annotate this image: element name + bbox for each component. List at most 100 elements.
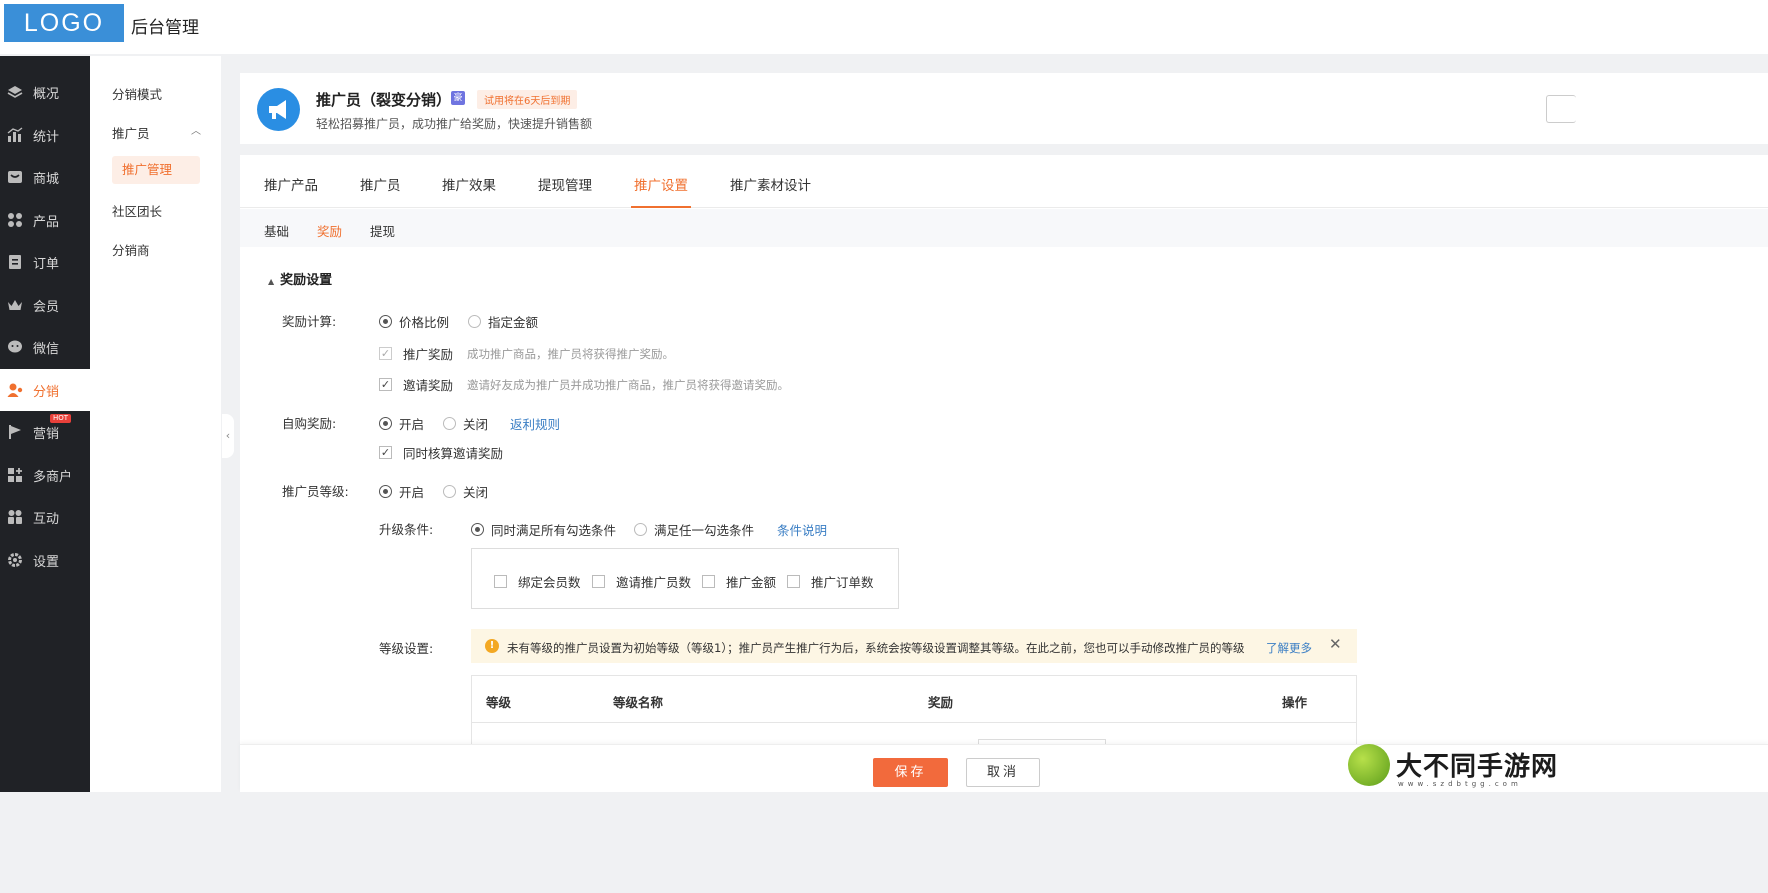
- condition-explain-link[interactable]: 条件说明: [777, 520, 827, 539]
- checkbox-promo-reward[interactable]: ✓ 推广奖励 成功推广商品，推广员将获得推广奖励。: [379, 344, 674, 363]
- subnav-item-community-leader[interactable]: 社区团长: [112, 201, 162, 220]
- radio-label: 指定金额: [488, 315, 539, 330]
- watermark-text: 大不同手游网: [1396, 752, 1559, 782]
- promoter-level-label: 推广员等级:: [282, 484, 349, 499]
- radio-label: 价格比例: [399, 315, 450, 330]
- logo[interactable]: LOGO: [4, 4, 124, 42]
- radio-label: 关闭: [463, 417, 489, 432]
- app-description: 轻松招募推广员，成功推广给奖励，快速提升销售额: [316, 117, 593, 131]
- radio-level-on[interactable]: 开启: [379, 482, 424, 501]
- checkbox-promo-orders[interactable]: 推广订单数: [787, 572, 874, 591]
- radio-dot: [443, 485, 456, 498]
- app-title: 推广员（裂变分销）: [316, 91, 452, 109]
- tab-promo-settings[interactable]: 推广设置: [634, 174, 688, 194]
- active-tab-indicator: [631, 206, 691, 208]
- radio-level-off[interactable]: 关闭: [443, 482, 488, 501]
- tab-promo-material[interactable]: 推广素材设计: [730, 174, 811, 194]
- radio-any-condition[interactable]: 满足任一勾选条件: [634, 520, 754, 539]
- sidebar-item-members[interactable]: 会员: [0, 284, 90, 326]
- subnav-item-promoter[interactable]: 推广员: [112, 123, 150, 142]
- sidebar-item-orders[interactable]: 订单: [0, 241, 90, 283]
- subnav-item-mode[interactable]: 分销模式: [112, 84, 162, 103]
- app-title: 后台管理: [131, 18, 199, 38]
- notice-bar: ! 未有等级的推广员设置为初始等级（等级1）；推广员产生推广行为后，系统会按等级…: [471, 629, 1357, 663]
- checkbox-invited-promoters[interactable]: 邀请推广员数: [592, 572, 691, 591]
- radio-all-conditions[interactable]: 同时满足所有勾选条件: [471, 520, 616, 539]
- checkbox-label: 绑定会员数: [518, 575, 581, 590]
- sidebar-item-overview[interactable]: 概况: [0, 71, 90, 113]
- tab-withdrawal[interactable]: 提现管理: [538, 174, 592, 194]
- checkbox-also-invite[interactable]: ✓ 同时核算邀请奖励: [379, 443, 503, 462]
- wechat-icon: [8, 340, 22, 353]
- sidebar-item-interaction[interactable]: 互动: [0, 496, 90, 538]
- app-header-card: 推广员（裂变分销） 豪 试用将在6天后到期 轻松招募推广员，成功推广给奖励，快速…: [240, 73, 1768, 144]
- checkbox-label: 邀请推广员数: [616, 575, 692, 590]
- sidebar-item-label: 订单: [33, 256, 60, 272]
- radio-self-purchase-on[interactable]: 开启: [379, 414, 424, 433]
- sidebar-item-label: 微信: [33, 341, 60, 357]
- gear-icon: [8, 553, 22, 567]
- tab-promo-products[interactable]: 推广产品: [264, 174, 318, 194]
- radio-price-ratio[interactable]: 价格比例: [379, 312, 449, 331]
- sidebar-item-label: 互动: [33, 511, 60, 527]
- radio-dot: [379, 417, 392, 430]
- learn-more-link[interactable]: 了解更多: [1266, 640, 1312, 656]
- order-icon: [9, 255, 21, 269]
- collapse-sidebar-button[interactable]: ‹: [222, 414, 234, 458]
- radio-self-purchase-off[interactable]: 关闭: [443, 414, 488, 433]
- column-header-actions: 操作: [1282, 695, 1308, 710]
- column-header-level: 等级: [486, 695, 512, 710]
- check-icon: ✓: [379, 378, 392, 391]
- layers-icon: [7, 86, 23, 98]
- hint-text: 邀请好友成为推广员并成功推广商品，推广员将获得邀请奖励。: [467, 377, 790, 392]
- sidebar-item-marketing[interactable]: 营销 HOT: [0, 411, 90, 453]
- subtab-withdraw[interactable]: 提现: [370, 221, 395, 240]
- radio-dot: [471, 523, 484, 536]
- watermark-logo-icon: [1348, 744, 1390, 786]
- hot-badge: HOT: [50, 414, 72, 423]
- sidebar-item-settings[interactable]: 设置: [0, 539, 90, 581]
- chevron-up-icon[interactable]: ︿: [191, 122, 201, 137]
- hint-text: 成功推广商品，推广员将获得推广奖励。: [467, 346, 675, 361]
- sidebar-item-store[interactable]: 商城: [0, 156, 90, 198]
- checkbox-empty: [787, 575, 800, 588]
- radio-fixed-amount[interactable]: 指定金额: [468, 312, 538, 331]
- stats-icon: [7, 127, 23, 142]
- checkbox-bound-members[interactable]: 绑定会员数: [494, 572, 581, 591]
- check-icon: ✓: [379, 347, 392, 360]
- checkbox-invite-reward[interactable]: ✓ 邀请奖励 邀请好友成为推广员并成功推广商品，推广员将获得邀请奖励。: [379, 375, 789, 394]
- sidebar-item-products[interactable]: 产品: [0, 199, 90, 241]
- power-button[interactable]: [1546, 95, 1576, 123]
- subtab-basic[interactable]: 基础: [264, 221, 289, 240]
- sidebar-item-distribution[interactable]: 分销: [0, 369, 92, 411]
- check-icon: ✓: [379, 446, 392, 459]
- subnav-item-promo-management[interactable]: 推广管理: [112, 156, 200, 184]
- close-icon[interactable]: ✕: [1329, 635, 1342, 653]
- sidebar: 概况 统计 商城 产品 订单 会员 微信 分销 营销 HOT 多商户 互动 设置: [0, 56, 92, 893]
- sidebar-item-multi-merchant[interactable]: 多商户: [0, 454, 90, 496]
- sidebar-item-label: 会员: [33, 299, 60, 315]
- cancel-button[interactable]: 取消: [966, 758, 1040, 787]
- notice-text: 未有等级的推广员设置为初始等级（等级1）；推广员产生推广行为后，系统会按等级设置…: [507, 641, 1245, 655]
- tab-bar: 推广产品 推广员 推广效果 提现管理 推广设置 推广素材设计: [240, 155, 1768, 208]
- watermark-url: www.szdbtgg.com: [1398, 780, 1522, 788]
- section-title[interactable]: ▲ 奖励设置: [268, 269, 332, 288]
- rebate-rules-link[interactable]: 返利规则: [510, 414, 560, 433]
- subtab-reward[interactable]: 奖励: [317, 221, 342, 240]
- tab-promo-effect[interactable]: 推广效果: [442, 174, 496, 194]
- radio-label: 同时满足所有勾选条件: [491, 523, 617, 538]
- sidebar-item-stats[interactable]: 统计: [0, 114, 90, 156]
- save-button[interactable]: 保存: [873, 758, 948, 787]
- self-purchase-label: 自购奖励:: [282, 416, 337, 431]
- subnav-item-distributor[interactable]: 分销商: [112, 240, 150, 259]
- sidebar-item-label: 统计: [33, 129, 60, 145]
- trial-badge: 试用将在6天后到期: [477, 90, 578, 109]
- section-title-text: 奖励设置: [280, 273, 333, 288]
- merchant-icon: [8, 468, 22, 482]
- sidebar-item-wechat[interactable]: 微信: [0, 326, 90, 368]
- tab-promoters[interactable]: 推广员: [360, 174, 401, 194]
- checkbox-promo-amount[interactable]: 推广金额: [702, 572, 776, 591]
- table-header: 等级 等级名称 奖励 操作: [472, 676, 1356, 723]
- radio-dot: [443, 417, 456, 430]
- checkbox-label: 推广奖励: [403, 347, 454, 362]
